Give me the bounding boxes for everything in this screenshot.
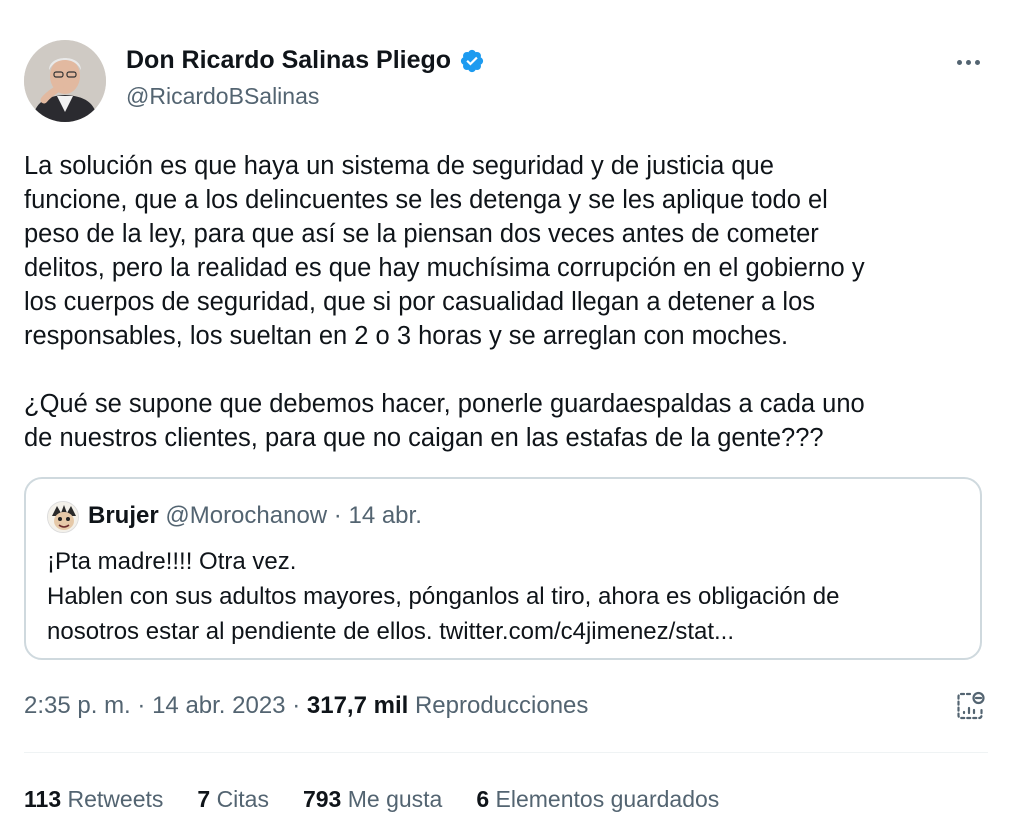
stat-value: 6 <box>476 786 490 812</box>
tweet-line: los cuerpos de seguridad, que si por cas… <box>24 288 816 316</box>
quote-date[interactable]: 14 abr. <box>348 502 421 529</box>
stat-label: Elementos guardados <box>495 786 720 812</box>
quote-line: Hablen con sus adultos mayores, pónganlo… <box>47 583 840 610</box>
tweet-text: La solución es que haya un sistema de se… <box>24 149 990 455</box>
quote-text: ¡Pta madre!!!! Otra vez. Hablen con sus … <box>47 544 840 649</box>
stat-value: 113 <box>24 786 62 812</box>
likes-stat[interactable]: 793 Me gusta <box>303 786 442 813</box>
quote-author-avatar[interactable] <box>47 501 79 533</box>
views-label: Reproducciones <box>414 692 589 719</box>
quote-header: Brujer @Morochanow · 14 abr. <box>88 502 422 530</box>
quotes-stat[interactable]: 7 Citas <box>197 786 269 813</box>
bookmarks-stat[interactable]: 6 Elementos guardados <box>476 786 719 813</box>
engagement-stats: 113 Retweets 7 Citas 793 Me gusta 6 Elem… <box>24 786 753 813</box>
tweet-time[interactable]: 2:35 p. m. <box>24 692 131 719</box>
tweet-line: ¿Qué se supone que debemos hacer, ponerl… <box>24 390 865 418</box>
author-avatar[interactable] <box>24 40 106 122</box>
author-name-row[interactable]: Don Ricardo Salinas Pliego <box>126 46 485 75</box>
views-count: 317,7 mil <box>306 692 409 719</box>
divider <box>24 752 988 753</box>
analytics-icon[interactable] <box>952 688 988 724</box>
quote-avatar-image <box>48 502 78 532</box>
stat-label: Me gusta <box>347 786 443 812</box>
author-name[interactable]: Don Ricardo Salinas Pliego <box>126 46 451 75</box>
tweet-line: delitos, pero la realidad es que hay muc… <box>24 254 865 282</box>
stat-value: 793 <box>302 786 342 812</box>
stat-value: 7 <box>197 786 211 812</box>
more-options-button[interactable] <box>950 44 986 80</box>
stat-label: Retweets <box>67 786 164 812</box>
more-horizontal-icon <box>965 59 971 65</box>
tweet-date[interactable]: 14 abr. 2023 <box>152 692 285 719</box>
quoted-tweet-card[interactable]: Brujer @Morochanow · 14 abr. ¡Pta madre!… <box>24 477 982 660</box>
quote-separator: · <box>333 502 342 529</box>
quote-author-name[interactable]: Brujer <box>88 502 159 529</box>
quote-line: ¡Pta madre!!!! Otra vez. <box>47 548 297 575</box>
tweet-line: de nuestros clientes, para que no caigan… <box>24 424 824 452</box>
quote-line: nosotros estar al pendiente de ellos. tw… <box>47 618 735 645</box>
meta-separator: · <box>137 692 146 719</box>
meta-separator: · <box>292 692 301 719</box>
tweet-line: peso de la ley, para que así se la piens… <box>24 220 819 248</box>
tweet-line: responsables, los sueltan en 2 o 3 horas… <box>24 322 789 350</box>
author-handle[interactable]: @RicardoBSalinas <box>126 83 319 110</box>
author-avatar-image <box>24 40 106 122</box>
verified-badge-icon[interactable] <box>459 48 485 74</box>
more-horizontal-icon <box>974 59 980 65</box>
retweets-stat[interactable]: 113 Retweets <box>24 786 163 813</box>
more-horizontal-icon <box>956 59 962 65</box>
tweet-meta: 2:35 p. m. · 14 abr. 2023 · 317,7 mil Re… <box>24 692 588 720</box>
tweet-line: La solución es que haya un sistema de se… <box>24 152 774 180</box>
quote-author-handle[interactable]: @Morochanow <box>165 502 327 529</box>
tweet-line: funcione, que a los delincuentes se les … <box>24 186 828 214</box>
stat-label: Citas <box>216 786 269 812</box>
